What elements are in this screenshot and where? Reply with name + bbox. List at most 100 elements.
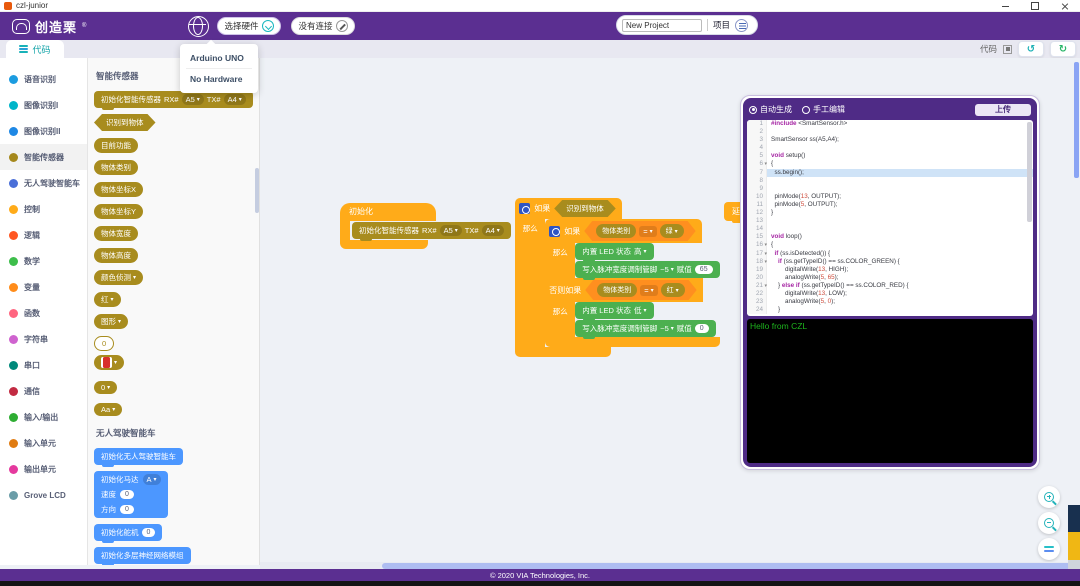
- block-comparison-red[interactable]: 物体类别 = 红: [585, 280, 696, 300]
- globe-language-button[interactable]: [188, 16, 209, 37]
- editor-scrollbar[interactable]: [1027, 122, 1032, 222]
- block-object-category[interactable]: 物体类别: [596, 224, 636, 238]
- sidebar-category-item[interactable]: 串口: [0, 352, 87, 378]
- zoom-in-button[interactable]: [1038, 486, 1060, 508]
- project-name-input[interactable]: [622, 19, 702, 32]
- block-pwm-write-65[interactable]: 写入脉冲宽度调制管脚 ~5 赋值 65: [575, 261, 719, 278]
- code-text: [767, 185, 771, 193]
- pwm-value-input[interactable]: 65: [695, 265, 713, 274]
- palette-block-dropdown[interactable]: 红: [94, 292, 121, 307]
- close-button[interactable]: [1050, 0, 1080, 12]
- sidebar-category-item[interactable]: 数学: [0, 248, 87, 274]
- motor-dropdown[interactable]: A: [143, 474, 161, 485]
- undo-button[interactable]: ↺: [1018, 41, 1044, 57]
- fold-icon[interactable]: ▾: [764, 250, 767, 258]
- sidebar-category-item[interactable]: 输入/输出: [0, 404, 87, 430]
- sidebar-category-item[interactable]: 智能传感器: [0, 144, 87, 170]
- block-comparison-green[interactable]: 物体类别 = 绿: [584, 221, 695, 241]
- sidebar-category-item[interactable]: 输出单元: [0, 456, 87, 482]
- block-builtin-led-high[interactable]: 内置 LED 状态 高: [575, 243, 653, 260]
- value-input[interactable]: 0: [142, 528, 156, 537]
- code-view-toggle-icon[interactable]: [1003, 45, 1012, 54]
- color-dropdown-red[interactable]: 红: [661, 283, 685, 297]
- minimize-button[interactable]: [990, 0, 1020, 12]
- zoom-reset-button[interactable]: [1038, 538, 1060, 560]
- palette-block-icon-dropdown[interactable]: [94, 355, 124, 370]
- led-state-dropdown[interactable]: 高: [634, 246, 647, 257]
- code-text: [767, 217, 771, 225]
- tab-code[interactable]: 代码: [6, 40, 64, 58]
- redo-button[interactable]: ↻: [1050, 41, 1076, 57]
- palette-block-reporter[interactable]: 物体坐标Y: [94, 204, 143, 219]
- tx-pin-dropdown[interactable]: A4: [482, 225, 504, 236]
- connection-status-button[interactable]: 没有连接: [291, 17, 355, 35]
- operator-dropdown[interactable]: =: [640, 285, 657, 296]
- palette-block-reporter[interactable]: 物体类别: [94, 160, 138, 175]
- sidebar-category-item[interactable]: 语音识别: [0, 66, 87, 92]
- pwm-pin-dropdown[interactable]: ~5: [660, 265, 674, 274]
- dropdown-option-no-hardware[interactable]: No Hardware: [180, 69, 258, 89]
- serial-console[interactable]: Hello from CZL: [747, 319, 1033, 463]
- rx-pin-dropdown[interactable]: A5: [440, 225, 462, 236]
- manual-edit-radio[interactable]: 手工编辑: [802, 104, 845, 115]
- block-builtin-led-low[interactable]: 内置 LED 状态 低: [575, 302, 653, 319]
- palette-block-init-smart-sensor[interactable]: 初始化智能传感器RX#A5TX#A4: [94, 91, 253, 108]
- upload-button[interactable]: 上传: [975, 104, 1031, 116]
- fold-icon[interactable]: ▾: [764, 160, 767, 168]
- sidebar-category-item[interactable]: 变量: [0, 274, 87, 300]
- operator-dropdown[interactable]: =: [639, 226, 656, 237]
- block-pwm-write-0[interactable]: 写入脉冲宽度调制管脚 ~5 赋值 0: [575, 320, 715, 337]
- block-initialize-hat[interactable]: 初始化 初始化智能传感器 RX# A5 TX# A4: [340, 203, 511, 249]
- block-object-category[interactable]: 物体类别: [597, 283, 637, 297]
- rx-pin-dropdown[interactable]: A5: [182, 94, 204, 105]
- fold-icon[interactable]: ▾: [764, 282, 767, 290]
- sidebar-category-item[interactable]: 字符串: [0, 326, 87, 352]
- palette-block-dropdown[interactable]: 0: [94, 381, 117, 394]
- color-dropdown-green[interactable]: 绿: [660, 224, 684, 238]
- sidebar-category-item[interactable]: 逻辑: [0, 222, 87, 248]
- value-input[interactable]: 0: [120, 490, 134, 499]
- palette-block-dropdown[interactable]: 颜色侦测: [94, 270, 143, 285]
- auto-generate-radio[interactable]: 自动生成: [749, 104, 792, 115]
- palette-block-number[interactable]: 0: [94, 336, 114, 351]
- fold-icon[interactable]: ▾: [764, 258, 767, 266]
- block-object-detected[interactable]: 识别到物体: [554, 200, 616, 217]
- led-state-dropdown[interactable]: 低: [634, 305, 647, 316]
- sidebar-category-item[interactable]: 控制: [0, 196, 87, 222]
- pwm-value-input[interactable]: 0: [695, 324, 709, 333]
- sidebar-category-item[interactable]: 图像识别II: [0, 118, 87, 144]
- sidebar-category-item[interactable]: Grove LCD: [0, 482, 87, 508]
- sidebar-category-item[interactable]: 图像识别I: [0, 92, 87, 118]
- block-init-smart-sensor[interactable]: 初始化智能传感器 RX# A5 TX# A4: [352, 222, 511, 239]
- palette-block-reporter[interactable]: 物体宽度: [94, 226, 138, 241]
- palette-block-car-stack[interactable]: 初始化多层神经网络模组: [94, 547, 191, 564]
- palette-block-car-stack[interactable]: 初始化舵机0: [94, 524, 162, 541]
- block-if-outer[interactable]: 如果 识别到物体 那么 如果 物体类别 =: [515, 198, 719, 357]
- palette-block-reporter[interactable]: 物体高度: [94, 248, 138, 263]
- block-if-elseif-inner[interactable]: 如果 物体类别 = 绿 那么: [545, 219, 719, 347]
- workspace-vertical-scrollbar[interactable]: [1074, 62, 1079, 178]
- select-hardware-button[interactable]: 选择硬件: [217, 17, 281, 35]
- zoom-out-button[interactable]: [1038, 512, 1060, 534]
- sidebar-category-item[interactable]: 通信: [0, 378, 87, 404]
- category-label: 通信: [24, 386, 40, 397]
- dropdown-option-arduino-uno[interactable]: Arduino UNO: [180, 48, 258, 68]
- sidebar-category-item[interactable]: 输入单元: [0, 430, 87, 456]
- pwm-pin-dropdown[interactable]: ~5: [660, 324, 674, 333]
- maximize-button[interactable]: [1020, 0, 1050, 12]
- tx-pin-dropdown[interactable]: A4: [224, 94, 246, 105]
- palette-block-reporter[interactable]: 目前功能: [94, 138, 138, 153]
- palette-block-dropdown[interactable]: 图形: [94, 314, 128, 329]
- palette-block-car-stack[interactable]: 初始化无人驾驶智能车: [94, 448, 183, 465]
- code-editor[interactable]: 1#include <SmartSensor.h>23SmartSensor s…: [747, 120, 1033, 316]
- palette-scrollbar[interactable]: [255, 168, 259, 213]
- palette-block-hex[interactable]: 识别到物体: [94, 114, 156, 131]
- value-input[interactable]: 0: [120, 505, 134, 514]
- palette-block-init-motor[interactable]: 初始化马达A速度0方向0: [94, 471, 168, 518]
- palette-block-reporter[interactable]: 物体坐标X: [94, 182, 143, 197]
- sidebar-category-item[interactable]: 函数: [0, 300, 87, 326]
- sidebar-category-item[interactable]: 无人驾驶智能车: [0, 170, 87, 196]
- fold-icon[interactable]: ▾: [764, 241, 767, 249]
- project-list-icon[interactable]: [735, 19, 748, 32]
- palette-block-dropdown[interactable]: Aa: [94, 403, 122, 416]
